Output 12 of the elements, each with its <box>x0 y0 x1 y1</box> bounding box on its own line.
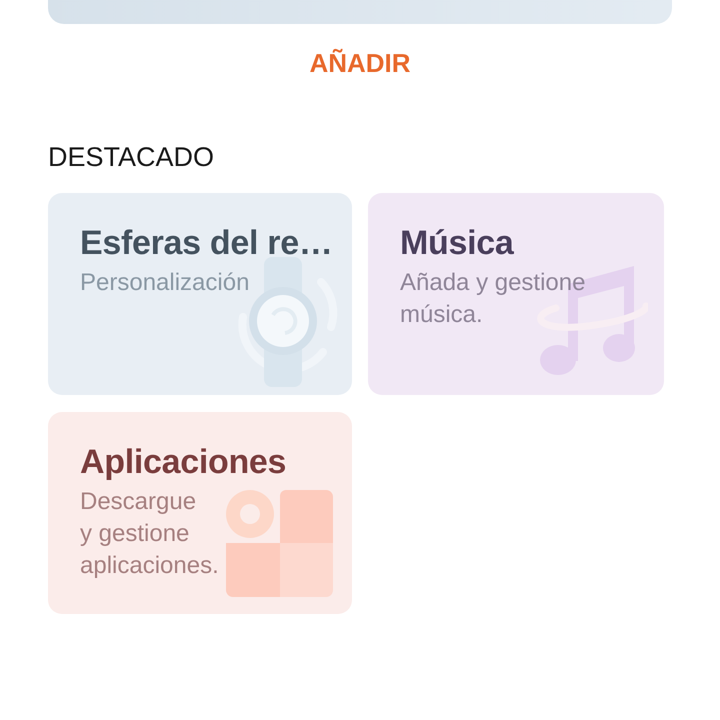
card-subtitle: Descargue y gestione aplicaciones. <box>80 487 219 581</box>
card-title: Música <box>400 223 515 264</box>
card-title: Aplicaciones <box>80 442 288 483</box>
apps-icon <box>226 490 334 598</box>
card-title: Esferas del re… <box>80 223 332 264</box>
feature-card[interactable]: Aplicaciones Descargue y gestione aplicaciones. <box>48 412 352 614</box>
feature-card[interactable]: Música Añada y gestione música. <box>368 193 664 395</box>
feature-card[interactable]: Esferas del re… Personalización <box>48 193 352 395</box>
section-title: DESTACADO <box>48 141 216 174</box>
card-subtitle: Personalización <box>80 268 250 298</box>
card-subtitle: Añada y gestione música. <box>400 268 586 330</box>
card[interactable] <box>48 0 672 24</box>
